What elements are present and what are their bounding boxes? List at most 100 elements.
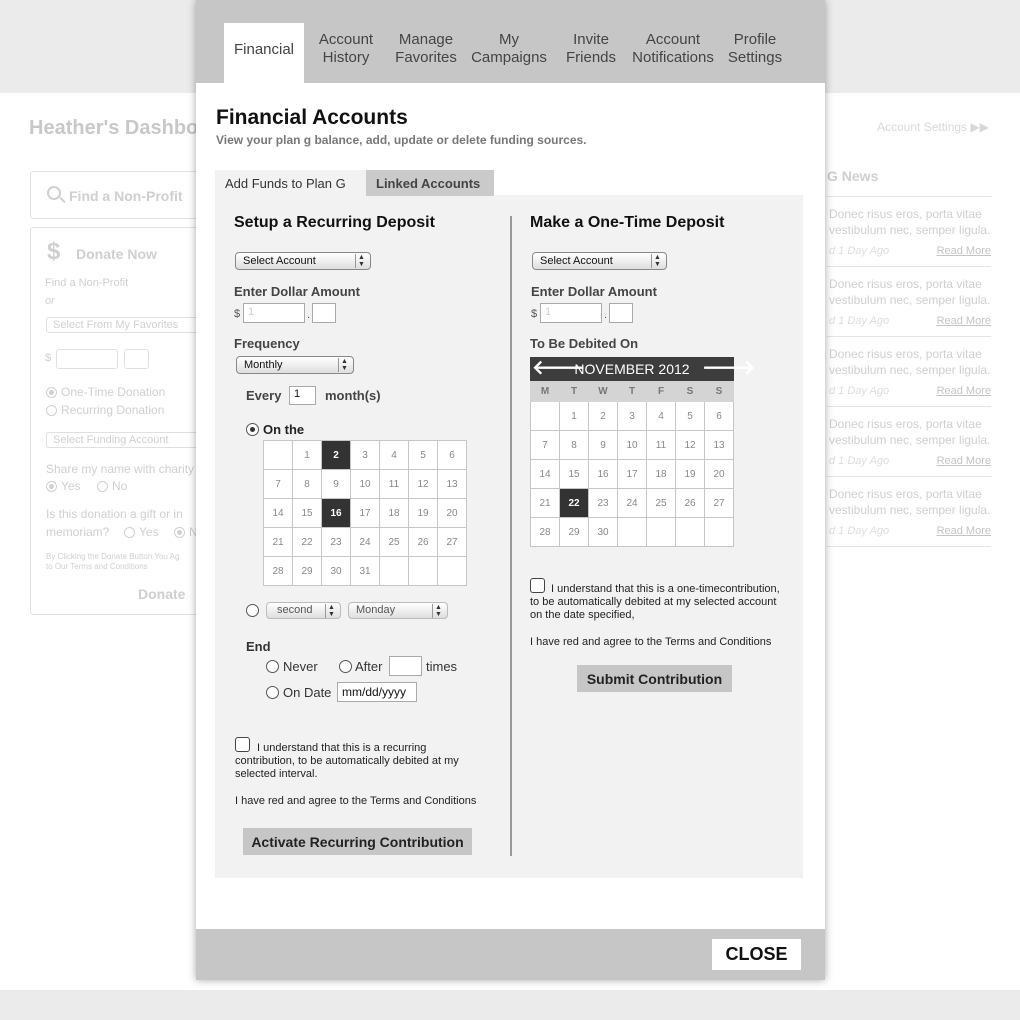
account-settings-link[interactable]: Account Settings ▶▶ xyxy=(877,120,989,134)
one-time-cents-input[interactable] xyxy=(609,303,633,323)
day-cell[interactable]: 12 xyxy=(408,469,438,499)
calendar-day[interactable]: 15 xyxy=(559,459,589,489)
calendar-day[interactable]: 2 xyxy=(588,401,618,431)
calendar-day[interactable]: 30 xyxy=(588,517,618,547)
day-cell[interactable]: 20 xyxy=(437,498,467,528)
end-on-date-radio[interactable] xyxy=(266,686,279,699)
find-nonprofit-link[interactable]: Find a Non-Profit xyxy=(45,277,128,289)
select-funding[interactable]: Select Funding Account xyxy=(46,432,221,448)
day-cell[interactable]: 28 xyxy=(263,556,293,586)
find-nonprofit-box[interactable]: Find a Non-Profit xyxy=(30,171,220,219)
calendar-day[interactable]: 29 xyxy=(559,517,589,547)
calendar-day[interactable]: 28 xyxy=(530,517,560,547)
tab-financial[interactable]: Financial xyxy=(224,23,304,83)
calendar-day[interactable]: 10 xyxy=(617,430,647,460)
calendar-day[interactable]: 3 xyxy=(617,401,647,431)
day-cell[interactable]: 7 xyxy=(263,469,293,499)
calendar-day[interactable]: 27 xyxy=(704,488,734,518)
calendar-day[interactable]: 1 xyxy=(559,401,589,431)
calendar-day[interactable]: 5 xyxy=(675,401,705,431)
calendar-day[interactable]: 26 xyxy=(675,488,705,518)
day-cell[interactable]: 21 xyxy=(263,527,293,557)
day-cell[interactable]: 2 xyxy=(321,440,351,470)
day-cell[interactable]: 27 xyxy=(437,527,467,557)
day-cell[interactable]: 3 xyxy=(350,440,380,470)
day-cell[interactable]: 6 xyxy=(437,440,467,470)
calendar-day[interactable]: 6 xyxy=(704,401,734,431)
donate-button[interactable]: Donate xyxy=(138,586,185,602)
read-more-link[interactable]: Read More xyxy=(937,383,991,399)
recurring-amount-input[interactable]: 1 xyxy=(243,303,305,323)
one-time-select-account[interactable]: Select Account ▲ ▼ xyxy=(532,252,667,270)
end-times-input[interactable] xyxy=(389,656,422,676)
calendar-day[interactable]: 14 xyxy=(530,459,560,489)
day-cell[interactable]: 14 xyxy=(263,498,293,528)
one-time-amount-input[interactable]: 1 xyxy=(540,303,602,323)
day-cell[interactable]: 1 xyxy=(292,440,322,470)
calendar-day[interactable]: 11 xyxy=(646,430,676,460)
recurring-agree-checkbox[interactable] xyxy=(235,737,250,752)
tab-profile-settings[interactable]: Profile Settings xyxy=(721,23,789,83)
day-cell[interactable]: 18 xyxy=(379,498,409,528)
bg-cents-input[interactable] xyxy=(124,349,149,369)
on-the-radio[interactable] xyxy=(246,423,259,436)
end-never-radio[interactable] xyxy=(266,660,279,673)
day-cell[interactable]: 9 xyxy=(321,469,351,499)
read-more-link[interactable]: Read More xyxy=(937,453,991,469)
day-cell[interactable]: 5 xyxy=(408,440,438,470)
day-cell[interactable]: 11 xyxy=(379,469,409,499)
tab-account-notifications[interactable]: Account Notifications xyxy=(630,23,716,83)
recurring-cents-input[interactable] xyxy=(312,303,336,323)
day-cell[interactable]: 30 xyxy=(321,556,351,586)
day-cell[interactable]: 26 xyxy=(408,527,438,557)
weekday-option-radio[interactable] xyxy=(246,604,259,617)
day-cell[interactable]: 23 xyxy=(321,527,351,557)
submit-contribution-button[interactable]: Submit Contribution xyxy=(577,665,732,692)
calendar-day[interactable]: 22 xyxy=(559,488,589,518)
day-cell[interactable]: 17 xyxy=(350,498,380,528)
end-after-radio[interactable] xyxy=(339,660,352,673)
read-more-link[interactable]: Read More xyxy=(937,523,991,539)
day-cell[interactable]: 22 xyxy=(292,527,322,557)
day-cell[interactable]: 16 xyxy=(321,498,351,528)
activate-recurring-button[interactable]: Activate Recurring Contribution xyxy=(243,828,472,855)
share-no-option[interactable]: No xyxy=(97,479,127,493)
day-cell[interactable]: 8 xyxy=(292,469,322,499)
read-more-link[interactable]: Read More xyxy=(937,243,991,259)
day-cell[interactable]: 25 xyxy=(379,527,409,557)
tab-invite-friends[interactable]: Invite Friends xyxy=(558,23,624,83)
subtab-linked-accounts[interactable]: Linked Accounts xyxy=(366,170,494,196)
calendar-day[interactable]: 17 xyxy=(617,459,647,489)
calendar-day[interactable]: 19 xyxy=(675,459,705,489)
calendar-day[interactable]: 25 xyxy=(646,488,676,518)
day-cell[interactable]: 24 xyxy=(350,527,380,557)
end-date-input[interactable]: mm/dd/yyyy xyxy=(337,682,417,702)
recurring-select-account[interactable]: Select Account ▲ ▼ xyxy=(235,252,371,270)
calendar-day[interactable]: 23 xyxy=(588,488,618,518)
ordinal-select[interactable]: second ▲ ▼ xyxy=(266,602,341,619)
tab-my-campaigns[interactable]: My Campaigns xyxy=(469,23,549,83)
calendar-day[interactable]: 7 xyxy=(530,430,560,460)
calendar-day[interactable]: 4 xyxy=(646,401,676,431)
calendar-day[interactable]: 24 xyxy=(617,488,647,518)
day-cell[interactable]: 13 xyxy=(437,469,467,499)
subtab-add-funds[interactable]: Add Funds to Plan G xyxy=(215,170,366,196)
day-cell[interactable]: 10 xyxy=(350,469,380,499)
every-input[interactable]: 1 xyxy=(289,386,316,405)
calendar-day[interactable]: 12 xyxy=(675,430,705,460)
calendar-day[interactable]: 16 xyxy=(588,459,618,489)
day-cell[interactable]: 19 xyxy=(408,498,438,528)
tab-manage-favorites[interactable]: Manage Favorites xyxy=(391,23,461,83)
close-button[interactable]: CLOSE xyxy=(712,939,801,970)
share-yes-option[interactable]: Yes xyxy=(46,479,81,493)
calendar-day[interactable]: 9 xyxy=(588,430,618,460)
calendar-next-arrow-icon[interactable]: 🡒 xyxy=(702,357,756,381)
tab-account-history[interactable]: Account History xyxy=(312,23,380,83)
frequency-select[interactable]: Monthly ▲ ▼ xyxy=(236,356,354,374)
read-more-link[interactable]: Read More xyxy=(937,313,991,329)
bg-amount-input[interactable] xyxy=(56,349,118,369)
day-cell[interactable]: 15 xyxy=(292,498,322,528)
calendar-day[interactable]: 13 xyxy=(704,430,734,460)
calendar-day[interactable]: 20 xyxy=(704,459,734,489)
one-time-donation-option[interactable]: One-Time Donation xyxy=(46,385,165,399)
